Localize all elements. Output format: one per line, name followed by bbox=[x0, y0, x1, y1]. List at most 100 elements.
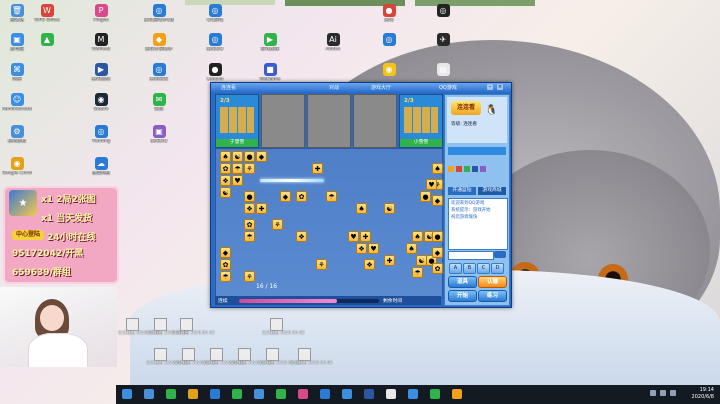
desktop-icon[interactable]: ◉Google Chrome bbox=[2, 157, 32, 176]
start-button[interactable]: 开始 bbox=[448, 290, 477, 302]
exercise-button[interactable]: 练习 bbox=[478, 290, 507, 302]
desktop-icon[interactable]: ■ WeGame bbox=[255, 63, 285, 82]
taskbar-app-icon[interactable] bbox=[232, 389, 242, 399]
board-tile[interactable]: ✿ bbox=[296, 191, 307, 202]
board-tile[interactable]: ❖ bbox=[356, 243, 367, 254]
board-tile[interactable]: ♥ bbox=[368, 243, 379, 254]
desktop-icon[interactable]: 🗑 回收站 bbox=[2, 4, 32, 23]
board-tile[interactable]: ☯ bbox=[220, 187, 231, 198]
desktop-icon[interactable]: ◎ Tianting bbox=[86, 125, 116, 144]
board-tile[interactable]: ✿ bbox=[220, 259, 231, 270]
prop-icon[interactable] bbox=[472, 166, 478, 172]
board-tile[interactable]: ❖ bbox=[244, 203, 255, 214]
board-tile[interactable]: ⚘ bbox=[244, 163, 255, 174]
file-shortcut[interactable]: 宝贝截图 2020-06-08 bbox=[262, 318, 304, 336]
tool-button[interactable]: C bbox=[477, 263, 490, 274]
file-shortcut[interactable]: 宝贝截图 2020-06-08 bbox=[172, 318, 214, 336]
board-tile[interactable]: ♥ bbox=[232, 175, 243, 186]
desktop-icon[interactable]: ◉ bbox=[374, 63, 404, 77]
board-tile[interactable]: ● bbox=[432, 231, 443, 242]
board-tile[interactable]: ♠ bbox=[406, 243, 417, 254]
desktop-icon[interactable]: M WeMeet bbox=[86, 33, 116, 52]
tray-icon[interactable] bbox=[660, 390, 666, 396]
tab-shop[interactable]: 游戏商城 bbox=[478, 187, 506, 195]
board-tile[interactable]: ♠ bbox=[432, 163, 443, 174]
desktop-icon[interactable]: ✉ 微信 bbox=[144, 93, 174, 112]
board-tile[interactable]: ● bbox=[420, 191, 431, 202]
board-tile[interactable]: ✿ bbox=[432, 263, 443, 274]
prop-icon[interactable] bbox=[480, 166, 486, 172]
file-shortcut[interactable]: 宝贝截图 2020-06-08 bbox=[146, 318, 188, 336]
board-tile[interactable]: ◆ bbox=[220, 247, 231, 258]
board-tile[interactable]: ❖ bbox=[296, 231, 307, 242]
game-titlebar[interactable]: 连连看 对战 游戏大厅 QQ游戏 – × bbox=[211, 83, 511, 92]
tray-icon[interactable] bbox=[670, 390, 676, 396]
prop-icons[interactable] bbox=[448, 157, 506, 172]
prop-icon[interactable] bbox=[448, 166, 454, 172]
taskbar-app-icon[interactable] bbox=[122, 389, 132, 399]
desktop-icon[interactable]: ☺ Administrator bbox=[2, 93, 32, 112]
prop-icon[interactable] bbox=[464, 166, 470, 172]
board-tile[interactable]: ♥ bbox=[348, 231, 359, 242]
desktop-icon[interactable]: ◎ bbox=[374, 33, 404, 47]
file-shortcut[interactable]: 宝贝截图 2020-06-08 bbox=[174, 348, 216, 366]
surrender-button[interactable]: 认输 bbox=[478, 276, 507, 288]
file-shortcut[interactable]: 宝贝截图 2020-06-08 bbox=[290, 348, 332, 366]
minimize-button[interactable]: – bbox=[487, 84, 493, 90]
board-tile[interactable]: ● bbox=[244, 191, 255, 202]
board-tile[interactable]: ⚘ bbox=[316, 259, 327, 270]
taskbar-app-icon[interactable] bbox=[210, 389, 220, 399]
player-slot-left[interactable]: 2/3 于慧雪 bbox=[215, 94, 259, 148]
board-tile[interactable]: ☯ bbox=[384, 203, 395, 214]
board-tile[interactable]: ◆ bbox=[256, 151, 267, 162]
taskbar-app-icon[interactable] bbox=[188, 389, 198, 399]
empty-seat[interactable] bbox=[307, 94, 351, 148]
board-tile[interactable]: ☯ bbox=[232, 151, 243, 162]
board-tile[interactable]: ✚ bbox=[312, 163, 323, 174]
desktop-icon[interactable]: ● Lenovo bbox=[200, 63, 230, 82]
desktop-icon[interactable]: ◆ 腾讯手游助手 bbox=[144, 33, 174, 52]
desktop-icon[interactable]: ◎ QQ游戏 bbox=[200, 4, 230, 23]
desktop-icon[interactable]: ▣ 腾讯QQ bbox=[144, 125, 174, 144]
taskbar-app-icon[interactable] bbox=[144, 389, 154, 399]
board-tile[interactable]: ● bbox=[244, 151, 255, 162]
board-tile[interactable]: ✚ bbox=[360, 231, 371, 242]
taskbar-app-icon[interactable] bbox=[298, 389, 308, 399]
desktop-icon[interactable]: ▲ bbox=[32, 33, 62, 47]
desktop-icon[interactable]: P Pingko bbox=[86, 4, 116, 23]
game-tab[interactable]: 连连看 bbox=[221, 84, 236, 91]
empty-seat[interactable] bbox=[353, 94, 397, 148]
prop-icon[interactable] bbox=[456, 166, 462, 172]
taskbar-app-icon[interactable] bbox=[320, 389, 330, 399]
desktop-icon[interactable]: ✈ bbox=[428, 33, 458, 47]
game-window[interactable]: 连连看 对战 游戏大厅 QQ游戏 – × 2/3 于慧雪 2/3 小雪雪 ♠ ☯ ●… bbox=[210, 82, 512, 308]
file-shortcut[interactable]: 宝贝截图 2020-06-08 bbox=[258, 348, 300, 366]
desktop-icon[interactable]: ◎ bbox=[428, 4, 458, 18]
board-tile[interactable]: ✿ bbox=[244, 219, 255, 230]
desktop-icon[interactable]: ▶ 游戏加速 bbox=[255, 33, 285, 52]
board-tile[interactable]: ♠ bbox=[356, 203, 367, 214]
board-tile[interactable]: ⚘ bbox=[272, 219, 283, 230]
game-board[interactable]: ♠ ☯ ● ◆ ✿ ☂ ⚘ ❖ ♥ ✚ ♠ ☯ ● ◆ ✿ ☂ ⚘ ❖ ♥ ✚ ♠ ☯ ● ◆ ✿ ☂ ⚘ ❖ ♥ ✚ ♠ ☯ ● ◆ ✿ ☂ ⚘ ❖ ♥ ✚… bbox=[215, 148, 443, 298]
taskbar-app-icon[interactable] bbox=[276, 389, 286, 399]
game-tab[interactable]: 游戏大厅 bbox=[371, 84, 391, 91]
desktop-icon[interactable]: W WPS Office bbox=[32, 4, 62, 23]
taskbar-app-icon[interactable] bbox=[452, 389, 462, 399]
board-tile[interactable]: ❖ bbox=[220, 175, 231, 186]
board-tile[interactable]: ☂ bbox=[244, 231, 255, 242]
board-tile[interactable]: ◆ bbox=[280, 191, 291, 202]
close-button[interactable]: × bbox=[497, 84, 503, 90]
clock[interactable]: 19:14 2020/6/8 bbox=[692, 387, 714, 401]
board-tile[interactable]: ♥ bbox=[426, 179, 437, 190]
file-shortcut[interactable]: 宝贝截图 2020-06-08 bbox=[118, 318, 160, 336]
desktop-icon[interactable]: ▤ bbox=[428, 63, 458, 77]
desktop-icon[interactable]: ⌘ 网络 bbox=[2, 63, 32, 82]
board-tile[interactable]: ✿ bbox=[220, 163, 231, 174]
tool-button[interactable]: A bbox=[449, 263, 462, 274]
desktop-icon[interactable]: ◎ 腾讯QQ bbox=[200, 33, 230, 52]
item-strip[interactable] bbox=[448, 147, 506, 155]
send-button[interactable] bbox=[494, 251, 506, 258]
file-shortcut[interactable]: 宝贝截图 2020-06-08 bbox=[230, 348, 272, 366]
board-tile[interactable]: ☂ bbox=[232, 163, 243, 174]
prop-button[interactable]: 道具 bbox=[448, 276, 477, 288]
